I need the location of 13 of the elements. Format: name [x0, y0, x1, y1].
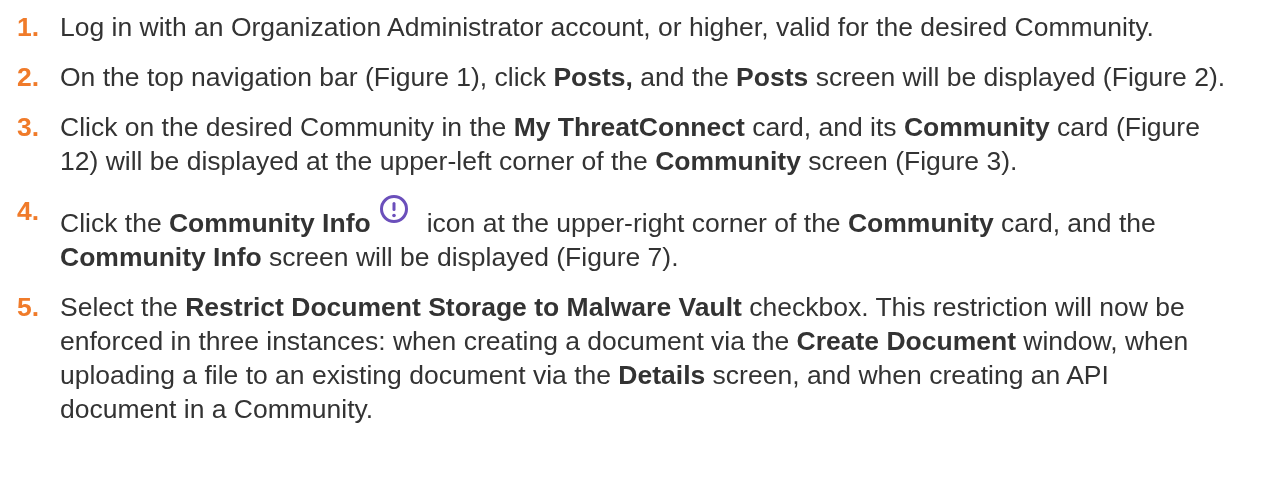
step-number: 1.: [17, 11, 41, 44]
step-number: 5.: [17, 291, 41, 324]
step-number: 4.: [17, 195, 41, 228]
step-text: Community Info screen will be displayed (Figure 7).: [60, 241, 679, 274]
info-icon: [378, 194, 409, 224]
step-text: Log in with an Organization Administrator account, or higher, valid for the desired Community.: [60, 12, 1154, 42]
step-number: 2.: [17, 61, 41, 94]
step-text: Select the Restrict Document Storage to Malware Vault checkbox. This restriction will now be enforced in three instances: when creating a document via the Create Document window, when uploading a file to an existing document via the Details screen, and when creating an API document in a Community.: [60, 292, 1189, 424]
step-number: 3.: [17, 111, 41, 144]
step-text: Click the Community Info: [60, 208, 371, 238]
step-text: Click on the desired Community in the My ThreatConnect card, and its Community card (Figure 12) will be displayed at the upper-left corner of the Community screen (Figure 3).: [60, 112, 1200, 176]
step-text: On the top navigation bar (Figure 1), click Posts, and the Posts screen will be displayed (Figure 2).: [60, 62, 1226, 92]
step-text: icon at the upper-right corner of the Community card, and the: [426, 208, 1156, 238]
